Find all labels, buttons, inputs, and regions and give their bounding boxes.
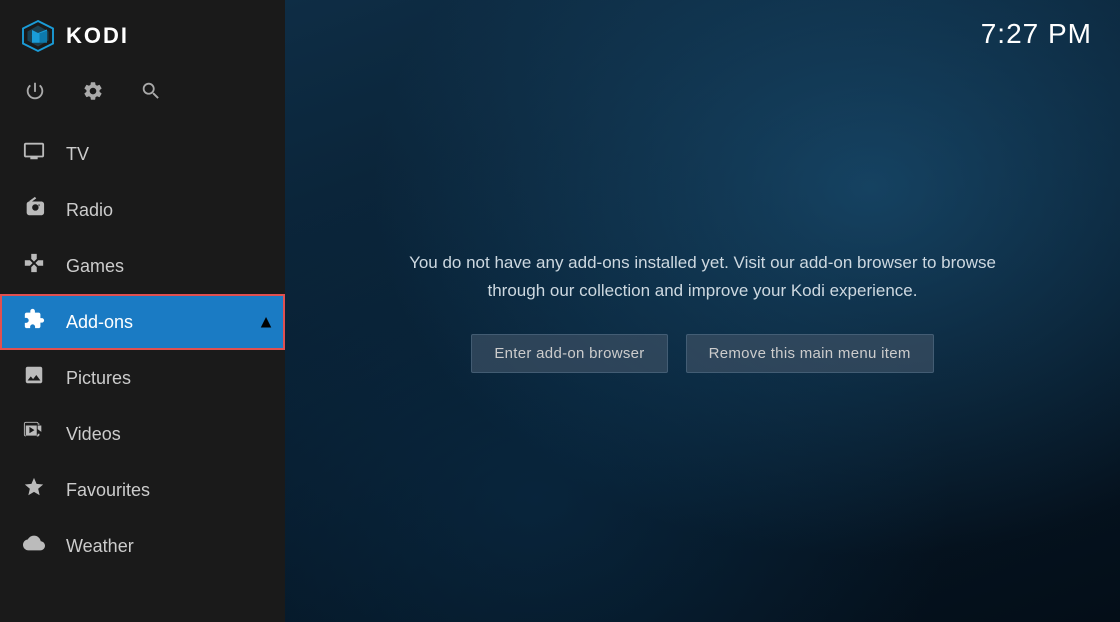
games-icon xyxy=(20,252,48,280)
main-nav: TV Radio Games Add-ons ▲ xyxy=(0,126,285,622)
tv-icon xyxy=(20,140,48,168)
radio-icon xyxy=(20,196,48,224)
sidebar-item-games-label: Games xyxy=(66,256,124,277)
sidebar-item-weather[interactable]: Weather xyxy=(0,518,285,574)
action-buttons: Enter add-on browser Remove this main me… xyxy=(471,334,933,373)
favourites-icon xyxy=(20,476,48,504)
sidebar-item-videos[interactable]: Videos xyxy=(0,406,285,462)
sidebar-item-tv[interactable]: TV xyxy=(0,126,285,182)
videos-icon xyxy=(20,420,48,448)
no-addons-message: You do not have any add-ons installed ye… xyxy=(383,249,1023,303)
weather-icon xyxy=(20,532,48,560)
cursor-indicator: ▲ xyxy=(257,312,275,333)
sidebar-item-pictures-label: Pictures xyxy=(66,368,131,389)
sidebar-item-addons[interactable]: Add-ons ▲ xyxy=(0,294,285,350)
remove-menu-item-button[interactable]: Remove this main menu item xyxy=(686,334,934,373)
sidebar-item-videos-label: Videos xyxy=(66,424,121,445)
app-title: KODI xyxy=(66,23,129,49)
addons-icon xyxy=(20,308,48,336)
app-header: KODI xyxy=(0,0,285,68)
pictures-icon xyxy=(20,364,48,392)
sidebar: KODI TV Radio xyxy=(0,0,285,622)
sidebar-item-radio[interactable]: Radio xyxy=(0,182,285,238)
kodi-logo-icon xyxy=(20,18,56,54)
main-content-area: 7:27 PM You do not have any add-ons inst… xyxy=(285,0,1120,622)
sidebar-item-games[interactable]: Games xyxy=(0,238,285,294)
sidebar-item-tv-label: TV xyxy=(66,144,89,165)
sidebar-item-addons-label: Add-ons xyxy=(66,312,133,333)
sidebar-item-radio-label: Radio xyxy=(66,200,113,221)
sidebar-item-favourites[interactable]: Favourites xyxy=(0,462,285,518)
clock-display: 7:27 PM xyxy=(981,18,1092,50)
sidebar-item-favourites-label: Favourites xyxy=(66,480,150,501)
enter-addon-browser-button[interactable]: Enter add-on browser xyxy=(471,334,667,373)
sidebar-icon-bar xyxy=(0,68,285,126)
power-button[interactable] xyxy=(20,76,50,106)
search-button[interactable] xyxy=(136,76,166,106)
sidebar-item-weather-label: Weather xyxy=(66,536,134,557)
sidebar-item-pictures[interactable]: Pictures xyxy=(0,350,285,406)
settings-button[interactable] xyxy=(78,76,108,106)
main-panel: You do not have any add-ons installed ye… xyxy=(343,249,1063,372)
